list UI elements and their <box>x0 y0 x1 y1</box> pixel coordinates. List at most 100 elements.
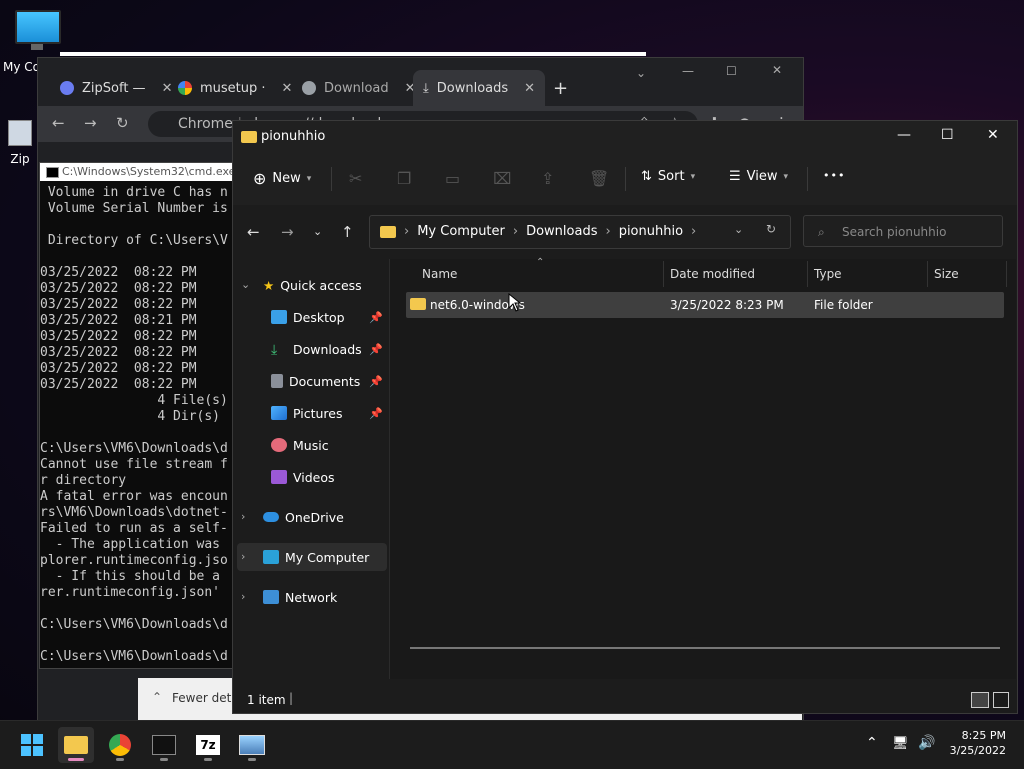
minimize-button[interactable]: — <box>897 127 911 143</box>
column-header-type[interactable]: Type <box>814 267 842 281</box>
cloud-icon <box>263 512 279 522</box>
sidebar-label: Quick access <box>280 277 362 293</box>
new-button[interactable]: ⊕ New ▾ <box>253 169 311 188</box>
forward-icon[interactable]: → <box>281 223 294 241</box>
sidebar-item-downloads[interactable]: ⤓ Downloads 📌 <box>233 335 389 363</box>
breadcrumb-downloads[interactable]: Downloads <box>526 224 597 239</box>
pin-icon[interactable]: 📌 <box>369 311 383 324</box>
chevron-up-icon[interactable]: ⌃ <box>152 690 162 704</box>
horizontal-scrollbar[interactable] <box>410 647 1000 649</box>
search-placeholder: Search pionuhhio <box>842 225 947 239</box>
close-button[interactable]: ✕ <box>772 63 782 77</box>
sidebar-label: Network <box>285 589 338 605</box>
sidebar-item-network[interactable]: › Network <box>233 583 389 611</box>
cut-icon[interactable]: ✂ <box>349 169 362 188</box>
chevron-up-icon[interactable]: ⌃ <box>866 735 878 751</box>
pin-icon[interactable]: 📌 <box>369 343 383 356</box>
taskbar-image-viewer[interactable] <box>234 727 270 763</box>
breadcrumb: › My Computer › Downloads › pionuhhio › <box>380 224 696 239</box>
computer-icon <box>263 550 279 564</box>
desktop-icon <box>271 310 287 324</box>
recent-locations-icon[interactable]: ⌄ <box>313 225 322 238</box>
view-label: View <box>746 169 778 184</box>
chrome-tab-musetup[interactable]: musetup · ✕ <box>168 70 302 106</box>
sidebar-item-my-computer[interactable]: › My Computer <box>237 543 387 571</box>
chevron-down-icon[interactable]: ⌄ <box>734 223 743 236</box>
breadcrumb-pionuhhio[interactable]: pionuhhio <box>619 224 683 239</box>
sidebar-item-videos[interactable]: Videos <box>233 463 389 491</box>
chrome-tab-strip: ZipSoft — ✕ musetup · ✕ Download ✕ ⤓ Dow… <box>38 58 803 106</box>
chrome-tab-download[interactable]: Download ✕ <box>292 70 426 106</box>
sidebar-item-quick-access[interactable]: ⌄ ★ Quick access <box>233 271 389 299</box>
running-indicator <box>204 758 212 761</box>
sidebar-item-documents[interactable]: Documents 📌 <box>233 367 389 395</box>
close-icon[interactable]: ✕ <box>524 81 535 96</box>
divider <box>331 167 332 191</box>
sidebar-label: Videos <box>293 469 335 485</box>
close-button[interactable]: ✕ <box>987 127 999 143</box>
up-icon[interactable]: ↑ <box>341 223 354 241</box>
chevron-down-icon[interactable]: ⌄ <box>636 66 646 80</box>
clock[interactable]: 8:25 PM 3/25/2022 <box>944 729 1006 757</box>
reload-icon[interactable]: ↻ <box>116 114 129 132</box>
volume-icon[interactable]: 🔊 <box>918 735 935 751</box>
column-divider[interactable] <box>663 261 664 287</box>
taskbar-file-explorer[interactable] <box>58 727 94 763</box>
taskbar-7zip[interactable]: 7z <box>190 727 226 763</box>
pin-icon[interactable]: 📌 <box>369 375 383 388</box>
details-view-icon[interactable] <box>971 692 989 708</box>
column-divider[interactable] <box>807 261 808 287</box>
chrome-tab-downloads[interactable]: ⤓ Downloads ✕ <box>413 70 546 106</box>
share-icon[interactable]: ⇪ <box>541 169 554 188</box>
chevron-right-icon[interactable]: › <box>241 510 245 523</box>
new-tab-button[interactable]: + <box>543 70 578 106</box>
network-icon[interactable]: 🖥 <box>892 736 909 751</box>
chevron-right-icon[interactable]: › <box>241 550 245 563</box>
pin-icon[interactable]: 📌 <box>369 407 383 420</box>
close-icon[interactable]: ✕ <box>282 81 293 96</box>
item-count: 1 item <box>247 693 286 707</box>
file-explorer-window[interactable]: pionuhhio — ☐ ✕ ⊕ New ▾ ✂ ❐ ▭ ⌧ ⇪ 🗑 ⇅ So… <box>232 120 1018 714</box>
chevron-right-icon: › <box>512 224 519 239</box>
column-header-date-modified[interactable]: Date modified <box>670 267 755 281</box>
sidebar-item-music[interactable]: Music <box>233 431 389 459</box>
taskbar-chrome[interactable] <box>102 727 138 763</box>
refresh-icon[interactable]: ↻ <box>766 222 776 236</box>
taskbar-terminal[interactable] <box>146 727 182 763</box>
chevron-down-icon[interactable]: ⌄ <box>241 278 250 291</box>
column-header-name[interactable]: Name <box>422 267 457 281</box>
rename-icon[interactable]: ⌧ <box>493 169 511 188</box>
column-divider[interactable] <box>1006 261 1007 287</box>
forward-icon[interactable]: → <box>84 114 97 132</box>
copy-icon[interactable]: ❐ <box>397 169 411 188</box>
start-button[interactable] <box>14 727 50 763</box>
maximize-button[interactable]: ☐ <box>726 64 737 78</box>
more-options-button[interactable]: ••• <box>823 169 845 182</box>
breadcrumb-my-computer[interactable]: My Computer <box>417 224 505 239</box>
cmd-window[interactable]: C:\Windows\System32\cmd.exe Volume in dr… <box>39 162 241 669</box>
sidebar-item-desktop[interactable]: Desktop 📌 <box>233 303 389 331</box>
chevron-down-icon: ▾ <box>690 171 696 182</box>
table-row[interactable]: net6.0-windows 3/25/2022 8:23 PM File fo… <box>406 292 1004 318</box>
column-header-size[interactable]: Size <box>934 267 959 281</box>
back-icon[interactable]: ← <box>52 114 65 132</box>
sidebar-item-onedrive[interactable]: › OneDrive <box>233 503 389 531</box>
chrome-tab-zipsoft[interactable]: ZipSoft — ✕ <box>50 70 182 106</box>
sidebar-label: Music <box>293 437 329 453</box>
sidebar-item-pictures[interactable]: Pictures 📌 <box>233 399 389 427</box>
delete-icon[interactable]: 🗑 <box>589 169 609 188</box>
address-bar[interactable]: › My Computer › Downloads › pionuhhio › … <box>369 215 791 249</box>
tiles-view-icon[interactable] <box>993 692 1009 708</box>
desktop-icon-zip[interactable]: Zip <box>0 120 40 166</box>
maximize-button[interactable]: ☐ <box>941 127 954 143</box>
search-input[interactable]: ⌕ Search pionuhhio <box>803 215 1003 247</box>
paste-icon[interactable]: ▭ <box>445 169 460 188</box>
view-button[interactable]: ☰ View ▾ <box>729 169 788 184</box>
download-icon: ⤓ <box>423 80 429 96</box>
minimize-button[interactable]: — <box>682 64 694 78</box>
back-icon[interactable]: ← <box>247 223 260 241</box>
file-list[interactable]: ⌃ Name Date modified Type Size net6.0-wi… <box>390 257 1016 679</box>
column-divider[interactable] <box>927 261 928 287</box>
sort-button[interactable]: ⇅ Sort ▾ <box>641 169 695 184</box>
chevron-right-icon[interactable]: › <box>241 590 245 603</box>
